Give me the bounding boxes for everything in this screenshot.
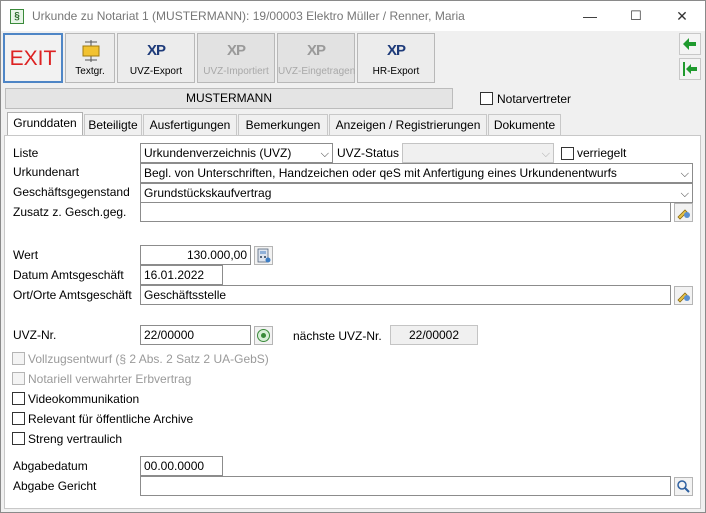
archive-label: Relevant für öffentliche Archive	[28, 412, 194, 426]
ort-label: Ort/Orte Amtsgeschäft	[13, 288, 132, 302]
textgr-button[interactable]: Textgr.	[65, 33, 115, 83]
notary-name-bar: MUSTERMANN	[5, 88, 453, 109]
chevron-down-icon: ⌵	[541, 148, 550, 160]
verriegelt-checkbox[interactable]	[561, 147, 574, 160]
abgabe-gericht-input[interactable]	[140, 476, 671, 496]
pencil-pick-icon	[677, 209, 690, 220]
datum-input[interactable]: 16.01.2022	[140, 265, 223, 285]
vertraulich-checkbox[interactable]	[12, 432, 25, 445]
tab-anzeigen-registrierungen[interactable]: Anzeigen / Registrierungen	[329, 114, 487, 135]
chevron-down-icon: ⌵	[320, 148, 329, 160]
ort-input[interactable]: Geschäftsstelle	[140, 285, 671, 305]
geschaeftsgegenstand-select[interactable]: Grundstückskaufvertrag ⌵	[140, 183, 693, 203]
xp-logo-icon: XP	[146, 42, 166, 59]
erbvertrag-label: Notariell verwahrter Erbvertrag	[28, 372, 192, 386]
uvz-nr-input[interactable]: 22/00000	[140, 325, 251, 345]
app-icon: §	[10, 9, 24, 24]
uvz-status-select[interactable]: ⌵	[402, 143, 554, 163]
close-button[interactable]: ✕	[659, 1, 705, 31]
exit-label: EXIT	[9, 47, 57, 70]
naechste-uvz-nr-label: nächste UVZ-Nr.	[293, 329, 382, 343]
chevron-down-icon: ⌵	[680, 168, 689, 180]
textgr-label: Textgr.	[75, 66, 105, 77]
tab-ausfertigungen[interactable]: Ausfertigungen	[143, 114, 237, 135]
urkundenart-select[interactable]: Begl. von Unterschriften, Handzeichen od…	[140, 163, 693, 183]
uvz-importiert-label: UVZ-Importiert	[203, 66, 269, 77]
wert-label: Wert	[13, 248, 39, 262]
arrow-left-bar-green-button[interactable]	[679, 58, 701, 80]
minimize-button[interactable]: —	[567, 1, 613, 31]
title-bar: § Urkunde zu Notariat 1 (MUSTERMANN): 19…	[1, 1, 705, 31]
vertraulich-label: Streng vertraulich	[28, 432, 123, 446]
uvz-eingetragen-label: UVZ-Eingetragen	[278, 66, 356, 77]
number-badge-icon	[257, 329, 270, 342]
erbvertrag-checkbox[interactable]	[12, 372, 25, 385]
zusatz-pick-button[interactable]	[674, 203, 693, 222]
arrow-left-bar-green-icon	[683, 62, 697, 76]
abgabe-gericht-search-button[interactable]	[674, 477, 693, 496]
hr-export-button[interactable]: XP HR-Export	[357, 33, 435, 83]
zusatz-label: Zusatz z. Gesch.geg.	[13, 205, 127, 219]
window-title: Urkunde zu Notariat 1 (MUSTERMANN): 19/0…	[32, 9, 465, 23]
geschaeftsgegenstand-value: Grundstückskaufvertrag	[144, 186, 272, 200]
uvz-number-button[interactable]	[254, 326, 273, 345]
uvz-nr-label: UVZ-Nr.	[13, 328, 57, 342]
chevron-down-icon: ⌵	[680, 188, 689, 200]
xp-logo-icon: XP	[306, 42, 326, 59]
uvz-export-label: UVZ-Export	[129, 66, 183, 77]
notarvertreter-checkbox[interactable]	[480, 92, 493, 105]
search-icon	[677, 480, 690, 493]
abgabe-gericht-label: Abgabe Gericht	[13, 479, 97, 493]
maximize-button[interactable]: ☐	[613, 1, 659, 31]
wert-input[interactable]: 130.000,00	[140, 245, 251, 265]
pencil-pick-icon	[677, 292, 690, 303]
tab-beteiligte[interactable]: Beteiligte	[84, 114, 142, 135]
videokommunikation-checkbox[interactable]	[12, 392, 25, 405]
notarvertreter-label: Notarvertreter	[497, 92, 572, 106]
verriegelt-label: verriegelt	[577, 146, 627, 160]
zusatz-input[interactable]	[140, 202, 671, 222]
geschaeftsgegenstand-label: Geschäftsgegenstand	[13, 185, 130, 199]
text-size-icon	[82, 40, 100, 62]
arrow-left-green-button[interactable]	[679, 33, 701, 55]
liste-label: Liste	[13, 146, 39, 160]
uvz-status-label: UVZ-Status	[337, 146, 400, 160]
naechste-uvz-nr-value: 22/00002	[390, 325, 478, 345]
archive-checkbox[interactable]	[12, 412, 25, 425]
vollzugsentwurf-checkbox[interactable]	[12, 352, 25, 365]
exit-button[interactable]: EXIT	[3, 33, 63, 83]
uvz-eingetragen-button[interactable]: XP UVZ-Eingetragen	[277, 33, 355, 83]
tab-bemerkungen[interactable]: Bemerkungen	[238, 114, 328, 135]
urkundenart-value: Begl. von Unterschriften, Handzeichen od…	[144, 166, 617, 180]
datum-label: Datum Amtsgeschäft	[13, 268, 124, 282]
tab-grunddaten[interactable]: Grunddaten	[7, 112, 83, 136]
xp-logo-icon: XP	[226, 42, 246, 59]
xp-logo-icon: XP	[386, 42, 406, 59]
liste-value: Urkundenverzeichnis (UVZ)	[144, 146, 292, 160]
vollzugsentwurf-label: Vollzugsentwurf (§ 2 Abs. 2 Satz 2 UA-Ge…	[28, 352, 269, 366]
ort-pick-button[interactable]	[674, 286, 693, 305]
arrow-left-green-icon	[683, 38, 696, 50]
uvz-export-button[interactable]: XP UVZ-Export	[117, 33, 195, 83]
hr-export-label: HR-Export	[372, 66, 420, 77]
abgabedatum-input[interactable]: 00.00.0000	[140, 456, 223, 476]
videokommunikation-label: Videokommunikation	[28, 392, 140, 406]
uvz-importiert-button[interactable]: XP UVZ-Importiert	[197, 33, 275, 83]
tab-dokumente[interactable]: Dokumente	[488, 114, 561, 135]
calculator-icon	[257, 248, 271, 263]
urkundenart-label: Urkundenart	[13, 165, 80, 179]
abgabedatum-label: Abgabedatum	[13, 459, 88, 473]
calculator-button[interactable]	[254, 246, 273, 265]
liste-select[interactable]: Urkundenverzeichnis (UVZ) ⌵	[140, 143, 333, 163]
